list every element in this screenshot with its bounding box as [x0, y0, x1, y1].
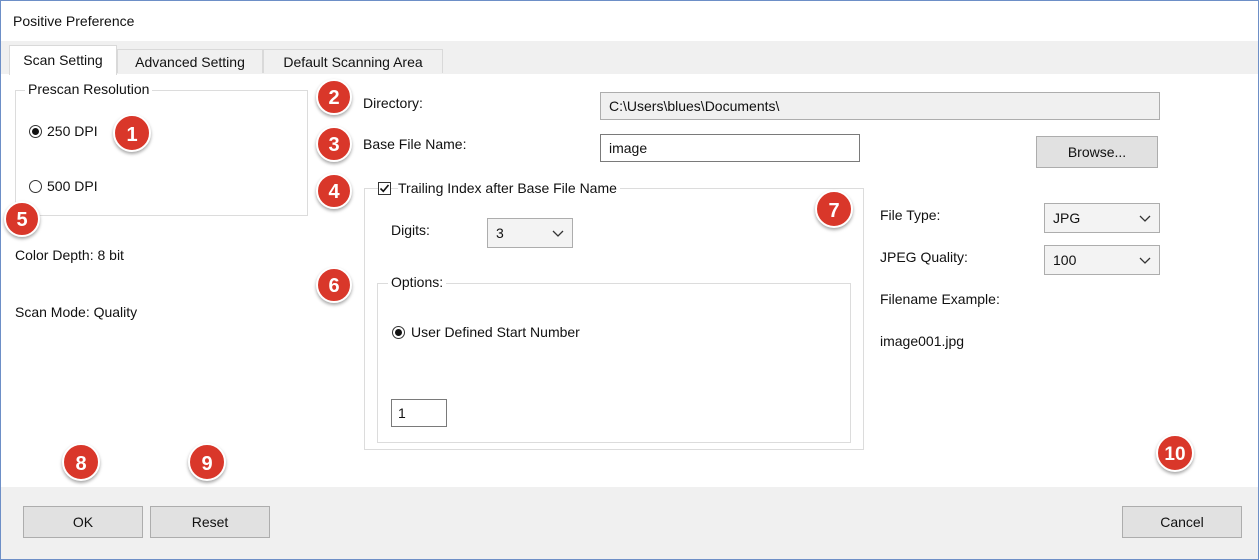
callout-badge-10: 10 — [1156, 434, 1194, 472]
preference-dialog: Positive Preference Scan Setting Advance… — [0, 0, 1259, 560]
options-group: Options: — [377, 274, 851, 443]
tab-strip: Scan Setting Advanced Setting Default Sc… — [1, 41, 1258, 75]
scan-mode-text: Scan Mode: Quality — [15, 304, 138, 320]
jpeg-quality-label: JPEG Quality: — [880, 249, 968, 265]
radio-250-dpi-label[interactable]: 250 DPI — [47, 123, 98, 139]
digits-value: 3 — [496, 225, 504, 241]
chevron-down-icon — [1139, 257, 1151, 264]
base-file-name-label: Base File Name: — [363, 136, 467, 152]
callout-badge-3: 3 — [316, 126, 352, 162]
checkmark-icon — [379, 184, 390, 193]
callout-badge-6: 6 — [316, 267, 352, 303]
callout-badge-2: 2 — [316, 79, 352, 115]
trailing-index-label[interactable]: Trailing Index after Base File Name — [398, 180, 620, 196]
footer-bar: OK Reset Cancel — [1, 487, 1258, 559]
window-title: Positive Preference — [13, 13, 135, 29]
chevron-down-icon — [552, 230, 564, 237]
file-type-value: JPG — [1053, 210, 1081, 226]
callout-badge-5: 5 — [4, 201, 40, 237]
user-defined-start-radio[interactable] — [392, 326, 405, 339]
filename-example-value: image001.jpg — [880, 333, 965, 349]
callout-badge-8: 8 — [62, 443, 100, 481]
start-number-input[interactable]: 1 — [391, 399, 447, 427]
prescan-resolution-legend: Prescan Resolution — [25, 81, 153, 97]
callout-badge-9: 9 — [188, 443, 226, 481]
file-type-label: File Type: — [880, 207, 941, 223]
options-legend: Options: — [388, 274, 447, 290]
callout-badge-7: 7 — [815, 190, 853, 228]
radio-500-dpi-label[interactable]: 500 DPI — [47, 178, 98, 194]
browse-button[interactable]: Browse... — [1036, 136, 1158, 168]
callout-badge-1: 1 — [113, 114, 151, 152]
chevron-down-icon — [1139, 215, 1151, 222]
user-defined-start-label[interactable]: User Defined Start Number — [411, 324, 580, 340]
cancel-button[interactable]: Cancel — [1122, 506, 1242, 538]
scan-setting-panel: Prescan Resolution 250 DPI 500 DPI Color… — [1, 74, 1258, 487]
ok-button[interactable]: OK — [23, 506, 143, 538]
trailing-index-checkbox[interactable] — [378, 182, 391, 195]
filename-example-label: Filename Example: — [880, 291, 1000, 307]
reset-button[interactable]: Reset — [150, 506, 270, 538]
base-file-name-input[interactable]: image — [600, 134, 860, 162]
tab-default-scanning-area[interactable]: Default Scanning Area — [263, 49, 443, 73]
prescan-resolution-group: Prescan Resolution — [15, 81, 308, 216]
title-bar: Positive Preference — [1, 1, 1258, 41]
callout-badge-4: 4 — [316, 173, 352, 209]
radio-250-dpi[interactable] — [29, 125, 42, 138]
tab-scan-setting[interactable]: Scan Setting — [9, 45, 117, 75]
radio-500-dpi[interactable] — [29, 180, 42, 193]
jpeg-quality-select[interactable]: 100 — [1044, 245, 1160, 275]
tab-advanced-setting[interactable]: Advanced Setting — [117, 49, 263, 73]
digits-label: Digits: — [391, 222, 430, 238]
color-depth-text: Color Depth: 8 bit — [15, 247, 124, 263]
directory-field[interactable]: C:\Users\blues\Documents\ — [600, 92, 1160, 120]
digits-select[interactable]: 3 — [487, 218, 573, 248]
file-type-select[interactable]: JPG — [1044, 203, 1160, 233]
directory-label: Directory: — [363, 95, 423, 111]
jpeg-quality-value: 100 — [1053, 252, 1077, 268]
